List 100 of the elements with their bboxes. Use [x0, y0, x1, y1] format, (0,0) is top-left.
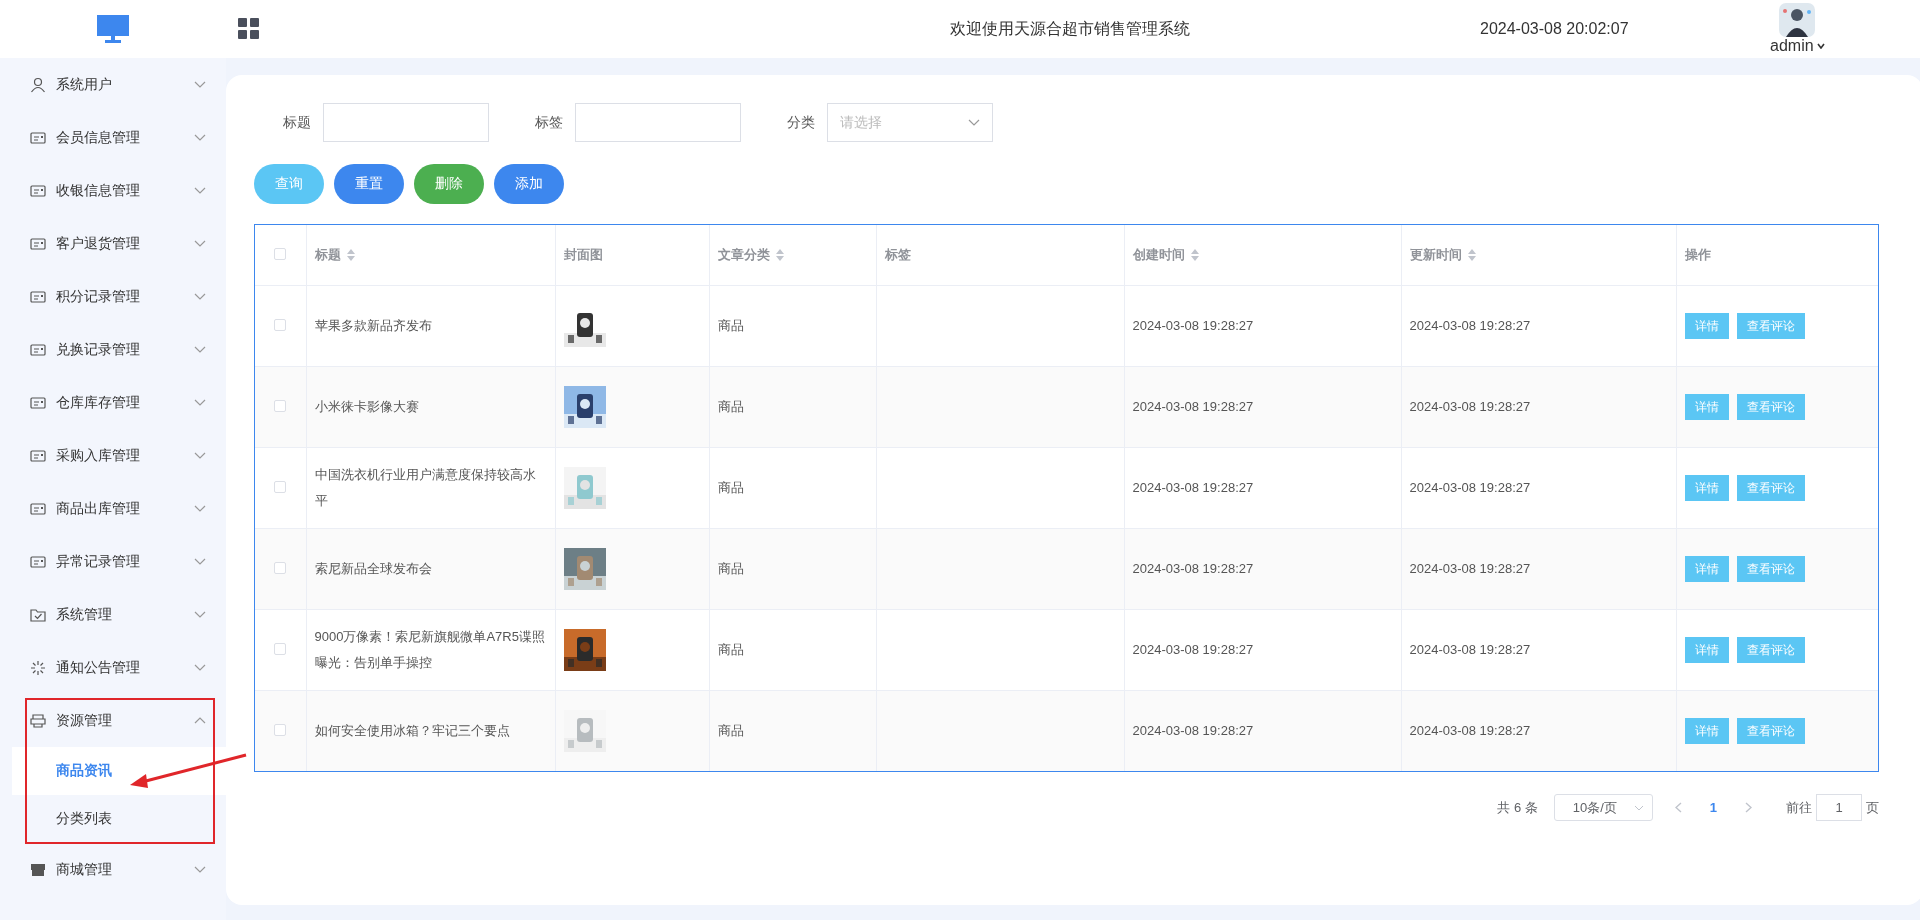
sidebar-item[interactable]: 积分记录管理 [0, 270, 226, 323]
sort-icon[interactable] [1190, 249, 1199, 261]
sidebar-item[interactable]: 异常记录管理 [0, 535, 226, 588]
submenu-item[interactable]: 商品资讯 [12, 747, 226, 795]
sidebar-item[interactable]: 会员信息管理 [0, 111, 226, 164]
table-cell-text: 商品 [717, 398, 745, 416]
sidebar-item[interactable]: 系统管理 [0, 588, 226, 641]
row-action-button[interactable]: 详情 [1684, 556, 1729, 582]
current-datetime: 2024-03-08 20:02:07 [1480, 20, 1629, 38]
sidebar-item[interactable]: 采购入库管理 [0, 429, 226, 482]
category-select[interactable]: 请选择 [827, 103, 993, 142]
caret-icon [1816, 43, 1825, 49]
checkbox[interactable] [274, 480, 287, 493]
table-cell-text: 2024-03-08 19:28:27 [1132, 722, 1255, 740]
row-action-button[interactable]: 详情 [1684, 394, 1729, 420]
row-action-button[interactable]: 查看评论 [1736, 394, 1805, 420]
chevron-down-icon [194, 611, 206, 618]
chevron-down-icon [194, 452, 206, 459]
row-action-button[interactable]: 查看评论 [1736, 556, 1805, 582]
sidebar-item[interactable]: 商品出库管理 [0, 482, 226, 535]
row-action-button[interactable]: 详情 [1684, 475, 1729, 501]
total-count: 共 6 条 [1497, 798, 1538, 817]
action-button[interactable]: 添加 [494, 164, 564, 204]
column-header: 更新时间 [1409, 246, 1462, 264]
card-icon [30, 235, 46, 252]
action-button[interactable]: 查询 [254, 164, 324, 204]
table-cell-text: 2024-03-08 19:28:27 [1409, 398, 1532, 416]
chevron-down-icon [194, 240, 206, 247]
table-cell-text: 小米徕卡影像大赛 [314, 398, 420, 416]
card-icon [30, 500, 46, 517]
column-header: 标题 [314, 246, 341, 264]
sidebar-item[interactable]: 系统用户 [0, 58, 226, 111]
table-cell-text: 苹果多款新品齐发布 [314, 317, 433, 335]
printer-icon [30, 712, 46, 729]
column-header: 操作 [1684, 246, 1711, 264]
action-button[interactable]: 删除 [414, 164, 484, 204]
checkbox[interactable] [274, 723, 287, 736]
checkbox[interactable] [274, 399, 287, 412]
table-cell-text: 2024-03-08 19:28:27 [1409, 317, 1532, 335]
sidebar-item[interactable]: 客户退货管理 [0, 217, 226, 270]
row-action-button[interactable]: 查看评论 [1736, 313, 1805, 339]
row-action-button[interactable]: 详情 [1684, 313, 1729, 339]
menu-toggle-icon[interactable] [238, 18, 260, 40]
checkbox[interactable] [274, 318, 287, 331]
input-field[interactable] [575, 103, 741, 142]
column-header: 文章分类 [717, 246, 770, 264]
sidebar-item[interactable]: 仓库库存管理 [0, 376, 226, 429]
field-label: 标题 [283, 113, 311, 132]
table-cell-text: 商品 [717, 641, 745, 659]
action-button[interactable]: 重置 [334, 164, 404, 204]
page-number[interactable]: 1 [1709, 800, 1717, 815]
sidebar-item[interactable]: 资源管理 [0, 694, 226, 747]
chevron-down-icon [194, 134, 206, 141]
table-cell-text: 索尼新品全球发布会 [314, 560, 433, 578]
chevron-down-icon [1633, 804, 1644, 811]
table-cell-text: 2024-03-08 19:28:27 [1132, 398, 1255, 416]
table-cell-text: 2024-03-08 19:28:27 [1409, 641, 1532, 659]
row-action-button[interactable]: 详情 [1684, 637, 1729, 663]
table-cell-text: 商品 [717, 479, 745, 497]
chevron-down-icon [194, 664, 206, 671]
checkbox[interactable] [274, 247, 287, 260]
user-menu[interactable]: admin [1770, 37, 1825, 55]
card-icon [30, 553, 46, 570]
card-icon [30, 182, 46, 199]
table-cell-text: 商品 [717, 560, 745, 578]
sort-icon[interactable] [1467, 249, 1476, 261]
monitor-logo-icon [96, 14, 130, 44]
column-header: 标签 [884, 246, 911, 264]
checkbox[interactable] [274, 642, 287, 655]
card-icon [30, 447, 46, 464]
row-action-button[interactable]: 查看评论 [1736, 637, 1805, 663]
sort-icon[interactable] [775, 249, 784, 261]
next-page-icon[interactable] [1745, 802, 1752, 813]
table-cell-text: 2024-03-08 19:28:27 [1132, 560, 1255, 578]
sort-icon[interactable] [346, 249, 355, 261]
table-cell-text: 商品 [717, 317, 745, 335]
row-action-button[interactable]: 详情 [1684, 718, 1729, 744]
folder-check-icon [30, 606, 46, 623]
system-title: 欢迎使用天源合超市销售管理系统 [950, 18, 1190, 39]
sidebar-item[interactable]: 商城管理 [0, 843, 226, 896]
page-size-select[interactable]: 10条/页 [1553, 794, 1653, 821]
sidebar-item[interactable]: 通知公告管理 [0, 641, 226, 694]
page-input[interactable]: 1 [1816, 794, 1862, 821]
chevron-down-icon [194, 346, 206, 353]
row-action-button[interactable]: 查看评论 [1736, 475, 1805, 501]
input-field[interactable] [323, 103, 489, 142]
sidebar-item[interactable]: 收银信息管理 [0, 164, 226, 217]
chevron-down-icon [194, 293, 206, 300]
table-cell-text: 2024-03-08 19:28:27 [1132, 479, 1255, 497]
checkbox[interactable] [274, 561, 287, 574]
field-label: 标签 [535, 113, 563, 132]
sidebar-item[interactable]: 兑换记录管理 [0, 323, 226, 376]
previous-page-icon[interactable] [1674, 802, 1682, 813]
table-cell-text: 如何安全使用冰箱？牢记三个要点 [314, 722, 511, 740]
table-cell-text: 9000万像素！索尼新旗舰微单A7R5谍照曝光：告别单手操控 [314, 628, 546, 672]
table-cell-text: 2024-03-08 19:28:27 [1132, 641, 1255, 659]
chevron-down-icon [194, 187, 206, 194]
submenu-item[interactable]: 分类列表 [12, 795, 226, 843]
chevron-down-icon [194, 81, 206, 88]
row-action-button[interactable]: 查看评论 [1736, 718, 1805, 744]
